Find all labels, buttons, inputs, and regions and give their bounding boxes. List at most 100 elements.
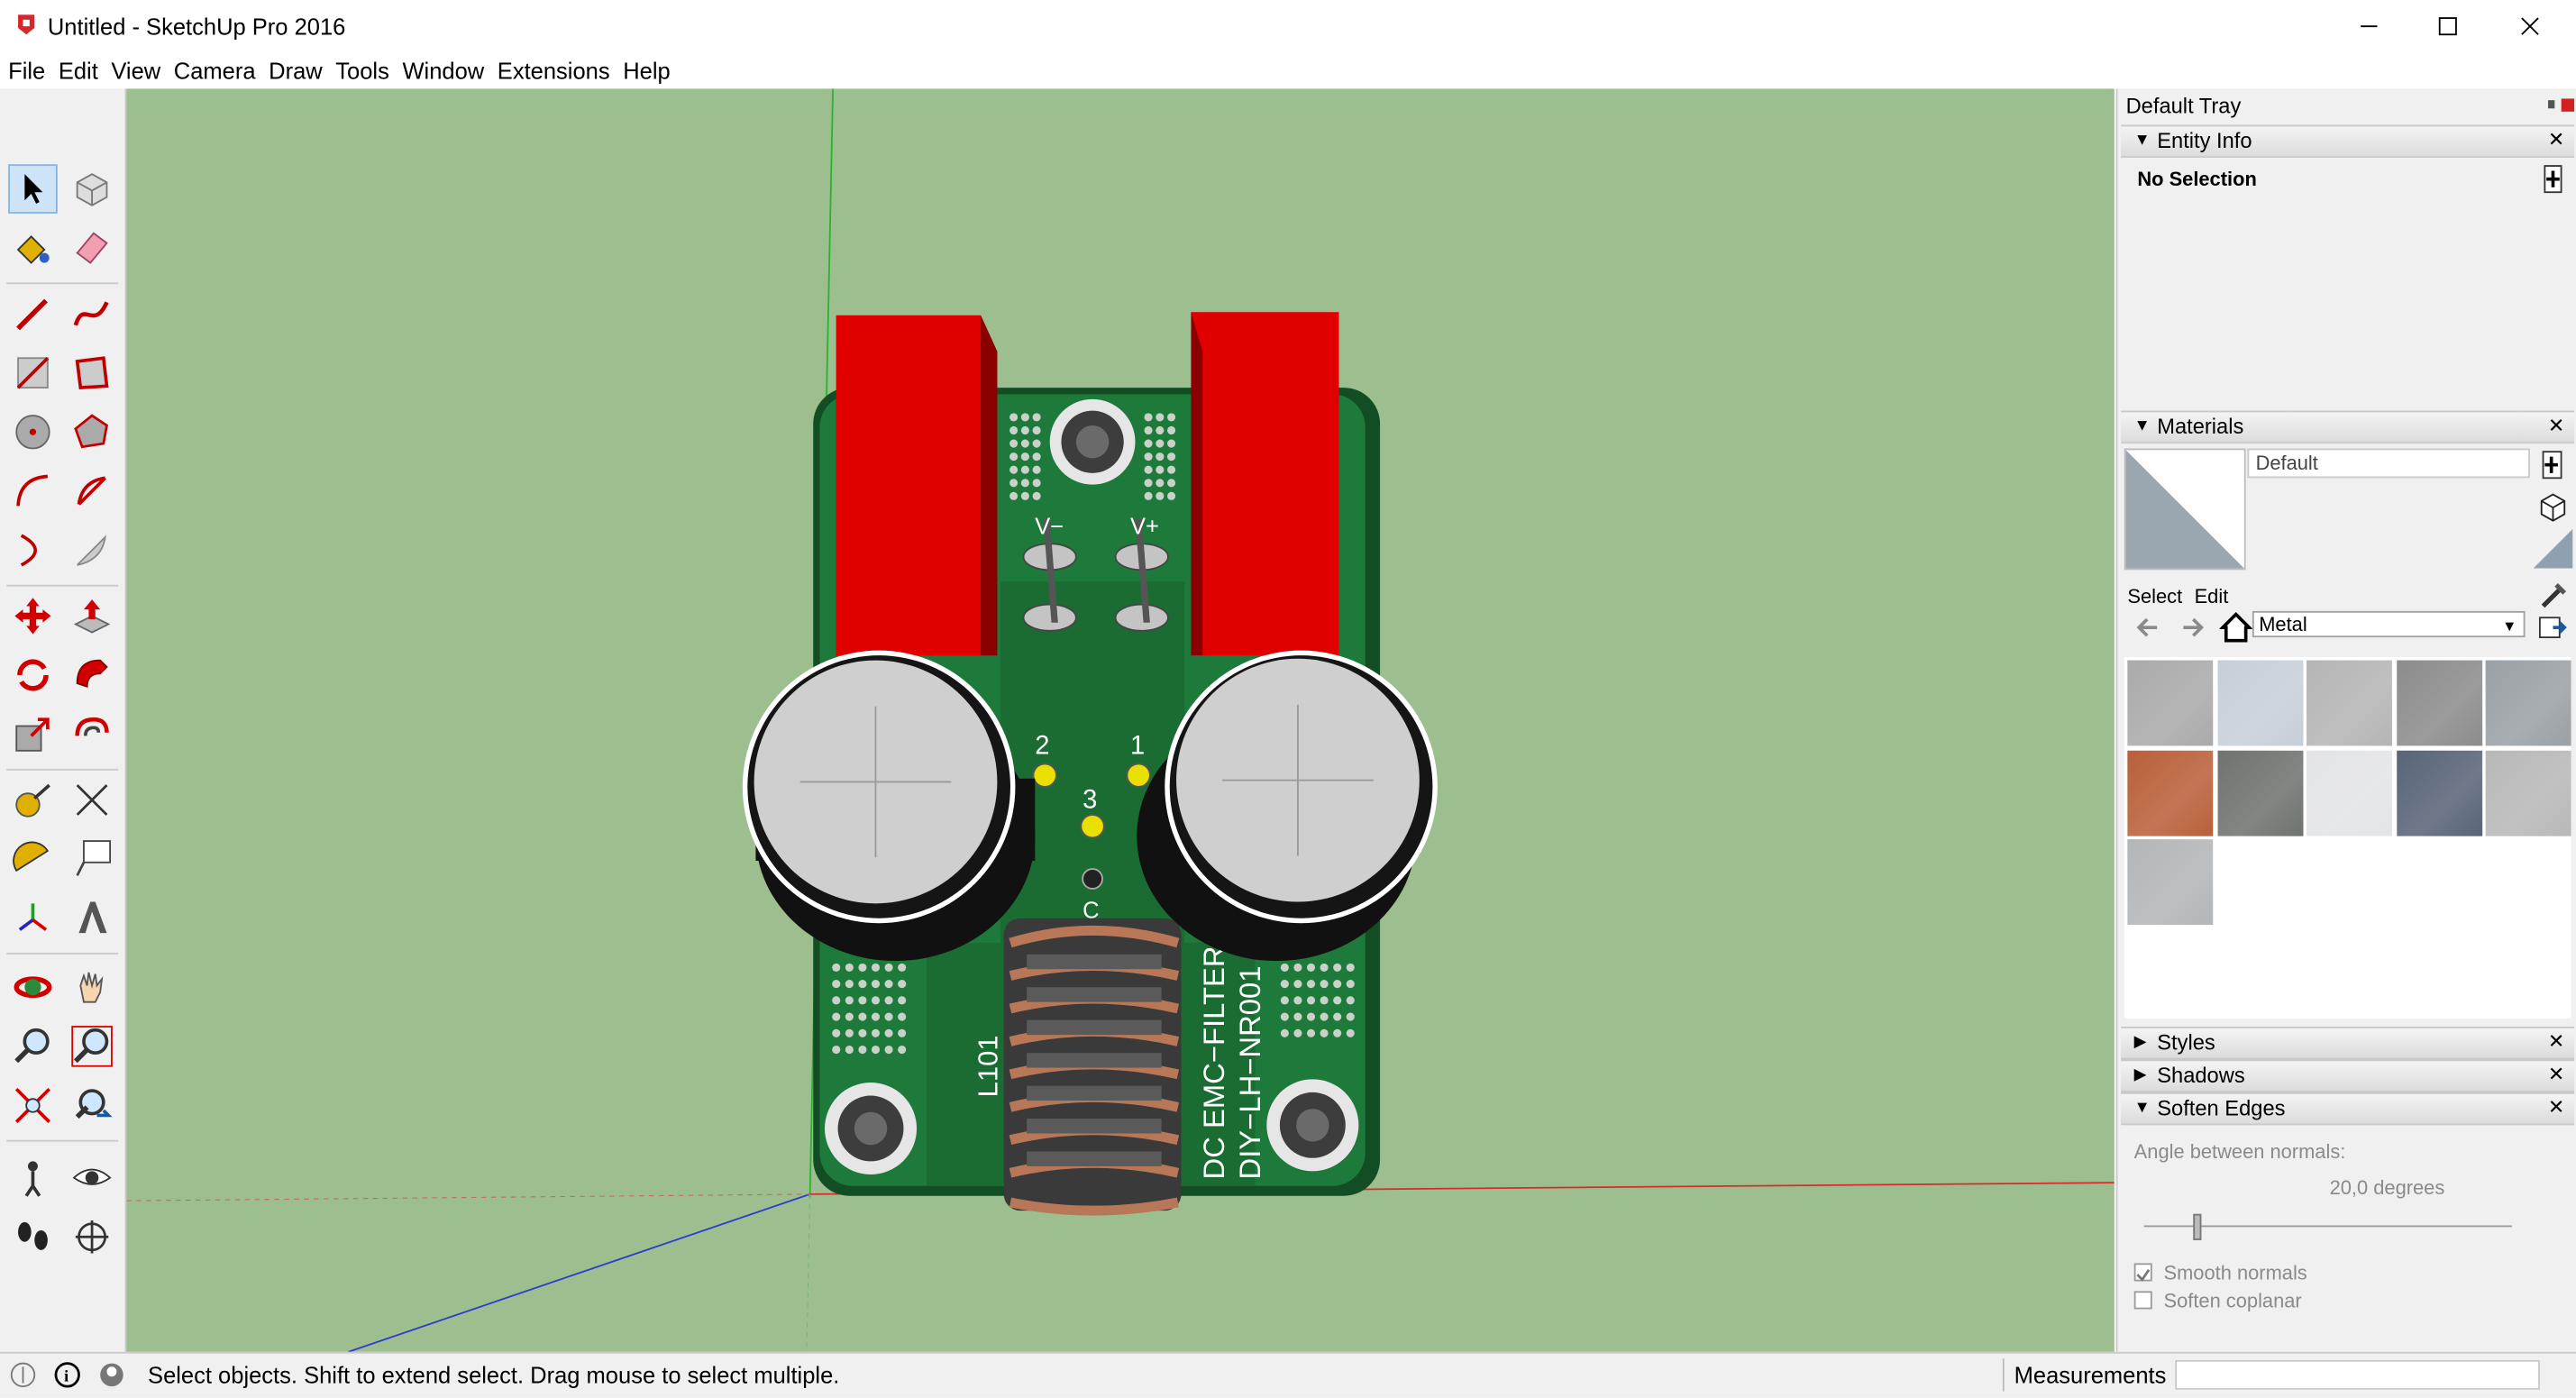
follow-me-tool[interactable] [68,651,117,700]
3d-text-tool[interactable] [68,893,117,943]
panel-close-icon[interactable]: ✕ [2548,1063,2564,1086]
look-around-tool[interactable] [68,1153,117,1202]
section-plane-tool[interactable] [68,1212,117,1262]
pan-tool[interactable] [68,963,117,1012]
smooth-normals-checkbox[interactable] [2133,1263,2152,1282]
shadows-header[interactable]: ▶ Shadows ✕ [2121,1059,2575,1092]
menu-view[interactable]: View [103,54,165,87]
tray-close-icon[interactable] [2561,98,2575,112]
material-swatch[interactable] [2396,660,2482,746]
details-arrow-icon[interactable] [2538,615,2568,641]
menu-extensions[interactable]: Extensions [489,54,615,87]
protractor-tool[interactable] [8,835,58,884]
menu-window[interactable]: Window [394,54,489,87]
tab-select[interactable]: Select [2127,585,2182,608]
rotated-rectangle-tool[interactable] [68,348,117,397]
pie-tool[interactable] [68,467,117,516]
material-swatch[interactable] [2485,660,2571,746]
arc-tool[interactable] [8,467,58,516]
panel-close-icon[interactable]: ✕ [2548,1096,2564,1119]
2-point-arc-tool[interactable] [8,525,58,575]
info-icon[interactable]: i [54,1362,80,1388]
dimension-tool[interactable] [68,775,117,825]
account-icon[interactable] [98,1362,124,1388]
mounting-screw-bottom-right [1266,1079,1359,1172]
3-point-arc-tool[interactable] [68,525,117,575]
coil-label: L101 [972,1035,1003,1097]
tab-edit[interactable]: Edit [2195,585,2229,608]
axes-tool[interactable] [8,893,58,943]
details-toggle-icon[interactable] [2542,450,2565,480]
modeling-viewport[interactable]: V− V+ 2 1 3 C L101 DC EMC−FILTER DIY−LH−… [126,88,2115,1352]
sample-paint-icon[interactable] [2538,578,2568,608]
make-component-tool[interactable] [68,164,117,214]
material-swatch[interactable] [2127,749,2214,836]
menu-tools[interactable]: Tools [327,54,394,87]
material-name-field[interactable]: Default [2247,448,2530,479]
material-swatch[interactable] [2396,749,2482,836]
zoom-tool[interactable] [8,1022,58,1072]
default-material-icon[interactable] [2533,528,2573,569]
circle-tool[interactable] [8,407,58,457]
orbit-tool[interactable] [8,963,58,1012]
details-toggle-icon[interactable] [2544,164,2563,194]
material-swatch[interactable] [2307,660,2392,746]
back-arrow-icon[interactable] [2134,613,2164,643]
close-button[interactable] [2490,0,2569,52]
zoom-extents-tool[interactable] [8,1081,58,1130]
panel-close-icon[interactable]: ✕ [2548,1030,2564,1054]
walk-tool[interactable] [8,1212,58,1262]
minimize-button[interactable] [2330,0,2408,52]
push-pull-tool[interactable] [68,591,117,641]
scale-tool[interactable] [8,709,58,759]
material-library-value: Metal [2259,612,2307,636]
maximize-button[interactable] [2408,0,2487,52]
menu-camera[interactable]: Camera [166,54,260,87]
move-tool[interactable] [8,591,58,641]
previous-view-tool[interactable] [68,1081,117,1130]
soften-edges-header[interactable]: ▼ Soften Edges ✕ [2121,1092,2575,1126]
position-camera-tool[interactable] [8,1153,58,1202]
rotate-tool[interactable] [8,651,58,700]
measurements-input[interactable] [2175,1359,2540,1390]
line-tool[interactable] [8,289,58,339]
checkmark-icon [2136,1268,2151,1282]
rectangle-tool[interactable] [8,348,58,397]
entity-info-header[interactable]: ▼ Entity Info ✕ [2121,124,2575,158]
select-tool[interactable] [8,164,58,214]
material-swatch[interactable] [2485,749,2571,836]
angle-slider-thumb[interactable] [2193,1213,2202,1240]
paint-bucket-tool[interactable] [8,224,58,273]
text-tool[interactable] [68,835,117,884]
styles-header[interactable]: ▶ Styles ✕ [2121,1027,2575,1060]
menu-draw[interactable]: Draw [260,54,327,87]
geo-location-icon[interactable] [10,1362,36,1388]
test-point-c [1082,868,1103,890]
forward-arrow-icon[interactable] [2177,613,2206,643]
soften-coplanar-checkbox[interactable] [2133,1291,2152,1310]
zoom-window-tool[interactable] [68,1022,117,1072]
freehand-tool[interactable] [68,289,117,339]
material-swatch[interactable] [2216,749,2303,836]
eraser-tool[interactable] [68,224,117,273]
pan-icon [79,972,104,1003]
toolbar-grip[interactable] [5,96,120,138]
menu-edit[interactable]: Edit [50,54,104,87]
material-swatch[interactable] [2216,660,2303,746]
create-material-icon[interactable] [2536,489,2569,522]
material-swatch[interactable] [2307,749,2392,836]
polygon-tool[interactable] [68,407,117,457]
tape-measure-tool[interactable] [8,775,58,825]
panel-close-icon[interactable]: ✕ [2548,128,2564,151]
panel-close-icon[interactable]: ✕ [2548,414,2564,437]
pin-icon[interactable] [2544,98,2558,112]
material-swatch[interactable] [2127,660,2214,746]
menu-file[interactable]: File [0,54,50,87]
material-library-select[interactable]: Metal ▼ [2252,610,2526,638]
offset-tool[interactable] [68,709,117,759]
menu-help[interactable]: Help [615,54,675,87]
zoom-icon [14,1028,50,1064]
material-swatch[interactable] [2127,839,2214,926]
home-icon[interactable] [2219,611,2252,644]
materials-header[interactable]: ▼ Materials ✕ [2121,410,2575,444]
